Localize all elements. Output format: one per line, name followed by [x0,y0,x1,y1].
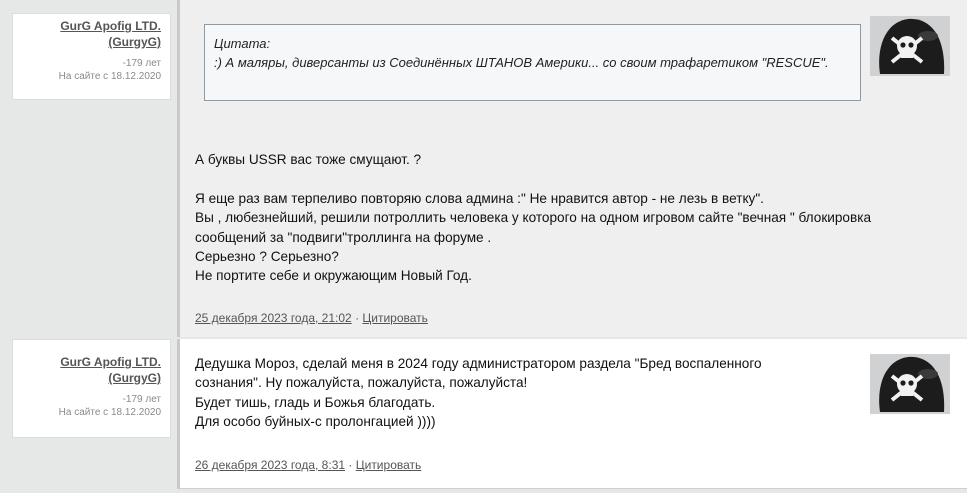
post-date-link[interactable]: 26 декабря 2023 года, 8:31 [195,458,345,472]
post-body: А буквы USSR вас тоже смущают. ? Я еще р… [195,150,915,286]
post-date-link[interactable]: 25 декабря 2023 года, 21:02 [195,311,352,325]
footer-separator: · [348,458,353,472]
pirate-skull-avatar-icon [870,354,950,414]
author-member-since: На сайте с 18.12.2020 [58,71,161,82]
author-member-since: На сайте с 18.12.2020 [58,407,161,418]
quote-label: Цитата: [214,36,271,51]
quote-button[interactable]: Цитировать [356,458,422,472]
post-paragraph: А буквы USSR вас тоже смущают. ? [195,152,422,167]
post-body: Дедушка Мороз, сделай меня в 2024 году а… [195,354,795,432]
author-card: GurG Apofig LTD. (GurgyG) -179 лет На сай… [12,13,171,100]
avatar[interactable] [870,354,950,414]
post-paragraph: Серьезно ? Серьезно? [195,249,339,265]
post-paragraph: Вы , любезнейший, решили потроллить чело… [195,210,872,245]
author-age: -179 лет [122,394,161,405]
forum-post: Дедушка Мороз, сделай меня в 2024 году а… [177,339,967,489]
author-card: GurG Apofig LTD. (GurgyG) -179 лет На сай… [12,339,171,438]
post-paragraph: Дедушка Мороз, сделай меня в 2024 году а… [195,356,762,391]
quote-text: :) А маляры, диверсанты из Соединённых Ш… [214,55,829,70]
footer-separator: · [355,311,360,325]
author-age: -179 лет [122,58,161,69]
post-paragraph: Будет тишь, гладь и Божья благодать. [195,394,436,410]
author-name-link[interactable]: GurG Apofig LTD. (GurgyG) [13,18,161,50]
post-paragraph: Не портите себе и окружающим Новый Год. [195,268,472,284]
quote-block: Цитата: :) А маляры, диверсанты из Соеди… [204,24,861,101]
post-paragraph: Я еще раз вам терпеливо повторяю слова а… [195,190,764,206]
author-name-link[interactable]: GurG Apofig LTD. (GurgyG) [13,354,161,386]
post-paragraph: Для особо буйных-с пролонгацией )))) [195,414,436,430]
forum-post: Цитата: :) А маляры, диверсанты из Соеди… [177,0,967,337]
avatar[interactable] [870,16,950,76]
post-footer: 26 декабря 2023 года, 8:31 · Цитировать [195,458,421,472]
post-footer: 25 декабря 2023 года, 21:02 · Цитировать [195,311,428,325]
pirate-skull-avatar-icon [870,16,950,76]
quote-button[interactable]: Цитировать [362,311,428,325]
